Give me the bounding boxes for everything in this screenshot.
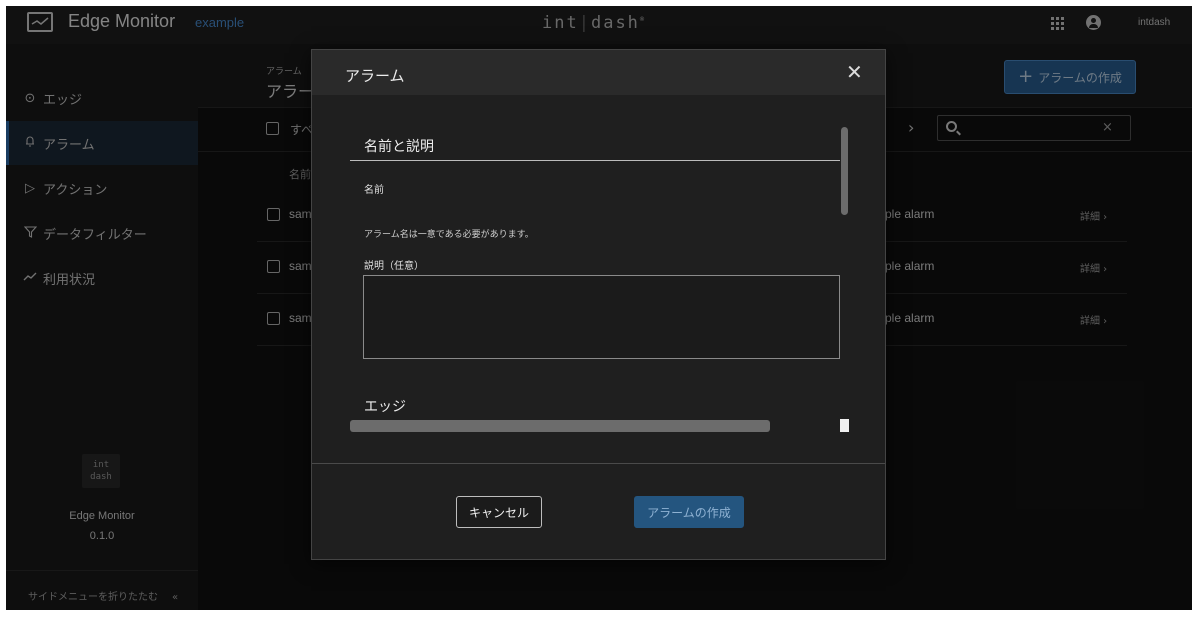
dialog-footer-divider bbox=[312, 463, 885, 464]
description-textarea[interactable] bbox=[363, 275, 840, 359]
description-field-label: 説明（任意） bbox=[364, 261, 424, 272]
app-window: Edge Monitor example int|dash® intdash ⊙… bbox=[6, 6, 1192, 610]
name-field-label: 名前 bbox=[364, 185, 384, 196]
section-edge: エッジ bbox=[364, 399, 406, 415]
cancel-button[interactable]: キャンセル bbox=[456, 496, 542, 528]
close-icon[interactable]: ✕ bbox=[846, 60, 863, 84]
create-alarm-submit-button[interactable]: アラームの作成 bbox=[634, 496, 744, 528]
dialog-title: アラーム bbox=[345, 67, 405, 85]
alarm-dialog: アラーム ✕ 名前と説明 名前 アラーム名は一意である必要があります。 説明（任… bbox=[311, 49, 886, 560]
section-divider bbox=[350, 160, 840, 161]
section-name-description: 名前と説明 bbox=[364, 139, 434, 155]
dialog-header: アラーム ✕ bbox=[312, 50, 885, 95]
scroll-corner bbox=[840, 419, 849, 432]
horizontal-scrollbar[interactable] bbox=[350, 420, 770, 432]
name-helper-text: アラーム名は一意である必要があります。 bbox=[364, 230, 534, 240]
vertical-scrollbar[interactable] bbox=[841, 127, 848, 215]
